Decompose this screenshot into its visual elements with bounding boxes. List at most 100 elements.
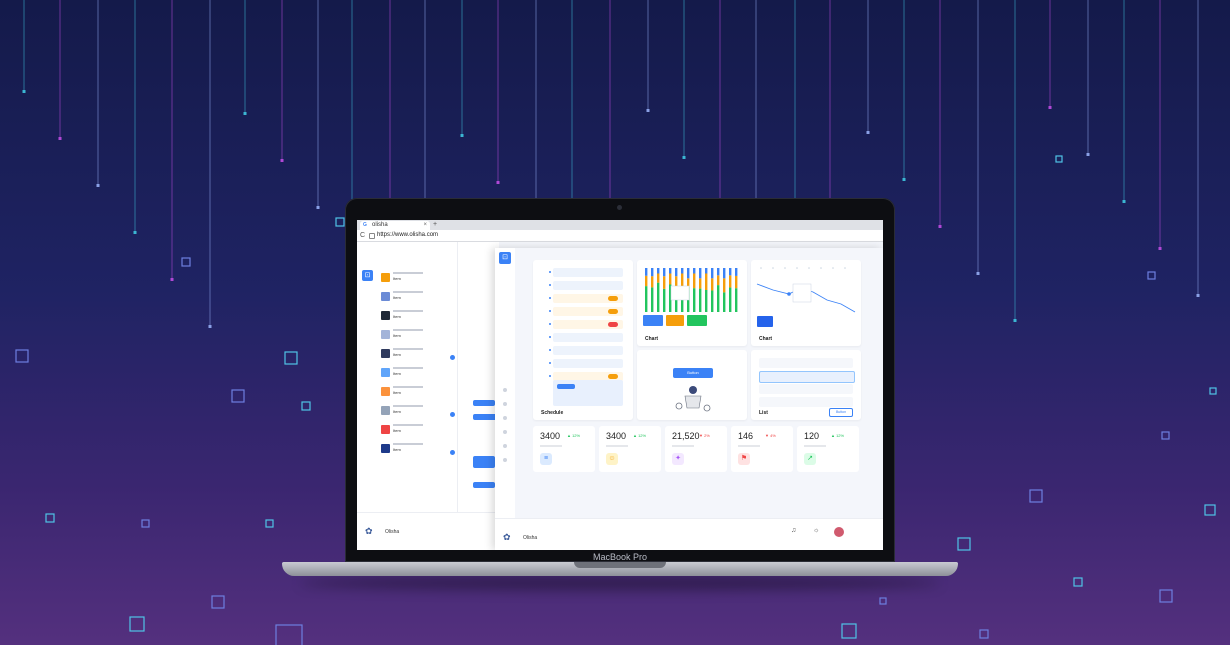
schedule-row[interactable] (549, 281, 623, 290)
stat-box (687, 315, 707, 326)
list-item-title: Item (393, 390, 401, 395)
url-text[interactable]: https://www.olisha.com (377, 230, 438, 241)
sidebar-item[interactable] (503, 444, 507, 448)
list-item[interactable]: Item (381, 308, 455, 325)
decor-square (879, 597, 887, 605)
chart-bar (675, 268, 678, 277)
list-item[interactable]: Item (381, 270, 455, 287)
event-tag (557, 384, 575, 389)
sidebar-item[interactable] (503, 402, 507, 406)
list-item-title: Item (393, 352, 401, 357)
timeline-dot (549, 297, 551, 299)
chat-bubble (473, 456, 495, 468)
sidebar-item[interactable] (503, 430, 507, 434)
schedule-row[interactable] (549, 268, 623, 277)
list-item[interactable] (759, 397, 853, 407)
kpi-icon: ⚑ (738, 453, 750, 465)
sidebar-item[interactable] (503, 458, 507, 462)
decor-square (1073, 577, 1083, 587)
list-item[interactable]: Item (381, 327, 455, 344)
event-detail-card[interactable] (553, 380, 623, 406)
reload-icon[interactable]: C (360, 230, 365, 241)
bell-icon[interactable]: ♫ (791, 527, 796, 534)
dashboard-footer: ✿ Olisha ♫ ☼ (495, 518, 883, 550)
chart-bar (645, 286, 648, 312)
address-bar[interactable]: C https://www.olisha.com (357, 230, 883, 242)
text-line (393, 272, 423, 274)
browser-tab[interactable]: G olisha × (360, 221, 430, 230)
avatar[interactable] (834, 527, 844, 537)
kpi-delta: ▲ 12% (567, 433, 581, 438)
primary-button[interactable]: Button (673, 368, 713, 378)
list-item[interactable] (759, 358, 853, 368)
thumbnail (381, 406, 390, 415)
chart-bar (663, 288, 666, 312)
schedule-row[interactable] (549, 307, 623, 316)
list-item[interactable] (759, 371, 855, 383)
kpi-value: 3400 (540, 431, 561, 441)
sidebar-item[interactable] (503, 416, 507, 420)
thumbnail (381, 387, 390, 396)
list-item[interactable]: Item (381, 365, 455, 382)
chart-bar (663, 276, 666, 289)
settings-icon[interactable]: ☼ (813, 527, 819, 534)
schedule-row[interactable] (549, 359, 623, 368)
list-item[interactable]: Item (381, 384, 455, 401)
list-item[interactable] (759, 384, 853, 394)
decor-dot (243, 112, 247, 115)
chart-tooltip (792, 283, 812, 303)
chart-bar (657, 268, 660, 274)
schedule-title: Schedule (541, 410, 564, 416)
list-item[interactable]: Item (381, 289, 455, 306)
schedule-row[interactable] (549, 320, 623, 329)
text-line (393, 329, 423, 331)
chart-bar (723, 278, 726, 293)
illustration-card: Button (637, 350, 747, 420)
chart-bar (717, 285, 720, 312)
kpi-label-line (606, 445, 628, 447)
chart-bar (651, 276, 654, 288)
list-card-button[interactable]: Button (829, 408, 853, 417)
chat-bubble (473, 400, 495, 406)
thumbnail (381, 273, 390, 282)
schedule-row[interactable] (549, 333, 623, 342)
list-item[interactable]: Item (381, 422, 455, 439)
list-item[interactable]: Item (381, 441, 455, 458)
timeline-dot (549, 336, 551, 338)
decor-square (1209, 387, 1217, 395)
schedule-row[interactable] (549, 294, 623, 303)
new-tab-icon[interactable]: + (433, 220, 437, 230)
decor-square (265, 519, 274, 528)
decor-dot (22, 90, 26, 93)
kpi-icon: ↗ (804, 453, 816, 465)
schedule-row[interactable] (549, 346, 623, 355)
chart-bar (645, 275, 648, 287)
decor-square (275, 624, 303, 645)
text-line (393, 424, 423, 426)
decor-square (841, 623, 857, 639)
dashboard-logo-button[interactable]: ⊡ (499, 252, 511, 264)
chart-bar (723, 292, 726, 312)
decor-dot (1196, 294, 1200, 297)
list-item[interactable]: Item (381, 403, 455, 420)
axis-tick (820, 267, 822, 269)
close-icon[interactable]: × (423, 221, 427, 230)
chart-a-title: Chart (645, 336, 659, 342)
list-item-title: Item (393, 428, 401, 433)
decor-square (979, 629, 989, 639)
laptop-screen: G olisha × + C https://www.olisha.com ⊡ … (357, 220, 883, 550)
kpi-value: 21,520 (672, 431, 700, 441)
app-logo-button[interactable]: ⊡ (362, 270, 373, 281)
axis-tick (772, 267, 774, 269)
chart-bar (687, 268, 690, 279)
kpi-icon: ✦ (672, 453, 684, 465)
thumbnail (381, 311, 390, 320)
axis-tick (832, 267, 834, 269)
sidebar-item[interactable] (503, 388, 507, 392)
kpi-label-line (738, 445, 760, 447)
chart-bar (735, 288, 738, 312)
decor-square (129, 616, 145, 632)
kpi-delta: ▲ 12% (831, 433, 845, 438)
stat-box (814, 316, 830, 327)
list-item[interactable]: Item (381, 346, 455, 363)
